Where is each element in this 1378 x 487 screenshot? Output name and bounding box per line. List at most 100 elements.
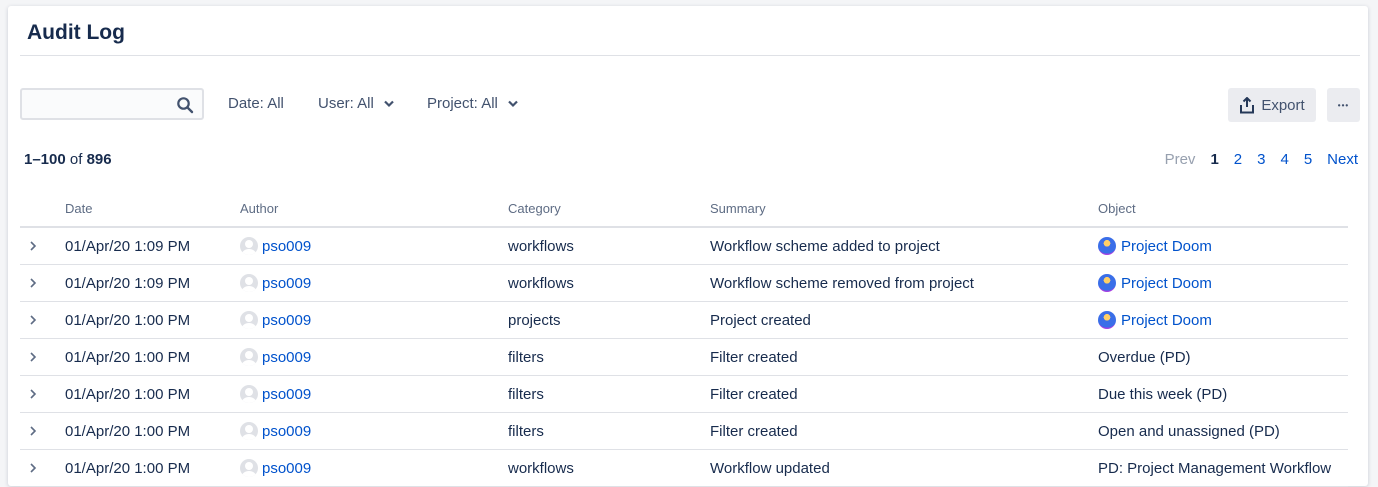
row-author-name[interactable]: pso009 <box>262 460 311 477</box>
chevron-right-icon[interactable] <box>28 313 38 327</box>
results-count: 1–100 of 896 <box>24 151 112 168</box>
chevron-right-icon[interactable] <box>28 239 38 253</box>
table-body: 01/Apr/20 1:09 PM pso009 workflows Workf… <box>20 228 1348 487</box>
results-of: of <box>69 151 83 168</box>
date-filter[interactable]: Date: All <box>228 95 284 112</box>
row-author[interactable]: pso009 <box>240 459 311 477</box>
pagination-current-page: 1 <box>1210 151 1219 168</box>
row-author[interactable]: pso009 <box>240 237 311 255</box>
avatar <box>240 422 258 440</box>
pagination-page-4[interactable]: 4 <box>1280 151 1288 168</box>
row-object-label: Overdue (PD) <box>1098 349 1191 366</box>
chevron-right-icon[interactable] <box>28 276 38 290</box>
row-date: 01/Apr/20 1:09 PM <box>65 238 191 255</box>
row-object[interactable]: Project Doom <box>1098 274 1212 292</box>
row-summary: Workflow updated <box>710 460 830 477</box>
pagination-page-5[interactable]: 5 <box>1304 151 1312 168</box>
table-row: 01/Apr/20 1:00 PM pso009 filters Filter … <box>20 413 1348 450</box>
chevron-right-icon[interactable] <box>28 350 38 364</box>
user-filter[interactable]: User: All <box>318 95 394 112</box>
export-icon <box>1240 96 1255 113</box>
title-bar: Audit Log <box>20 16 1360 56</box>
row-author[interactable]: pso009 <box>240 385 311 403</box>
chevron-right-icon[interactable] <box>28 387 38 401</box>
export-label: Export <box>1261 96 1305 114</box>
export-button[interactable]: Export <box>1228 88 1316 122</box>
table-row: 01/Apr/20 1:00 PM pso009 workflows Workf… <box>20 450 1348 487</box>
row-summary: Workflow scheme added to project <box>710 238 940 255</box>
search-box[interactable] <box>20 88 204 120</box>
project-avatar-icon <box>1098 311 1116 329</box>
date-filter-label: Date: All <box>228 95 284 112</box>
chevron-right-icon[interactable] <box>28 424 38 438</box>
row-author[interactable]: pso009 <box>240 348 311 366</box>
row-summary: Filter created <box>710 423 798 440</box>
row-object-label: Due this week (PD) <box>1098 386 1228 403</box>
row-author-name[interactable]: pso009 <box>262 312 311 329</box>
row-object[interactable]: Project Doom <box>1098 237 1212 255</box>
row-summary: Workflow scheme removed from project <box>710 275 974 292</box>
row-category: filters <box>508 386 544 403</box>
row-author-name[interactable]: pso009 <box>262 423 311 440</box>
row-object-label: Project Doom <box>1121 274 1212 292</box>
row-author-name[interactable]: pso009 <box>262 238 311 255</box>
row-date: 01/Apr/20 1:09 PM <box>65 275 191 292</box>
results-total: 896 <box>86 151 112 168</box>
column-header-object[interactable]: Object <box>1098 201 1136 216</box>
row-category: projects <box>508 312 561 329</box>
row-author[interactable]: pso009 <box>240 311 311 329</box>
project-filter-label: Project: All <box>427 95 498 112</box>
pagination: Prev 1 2 3 4 5 Next <box>1150 151 1358 168</box>
search-icon[interactable] <box>176 96 194 114</box>
column-header-category[interactable]: Category <box>508 201 561 216</box>
table-row: 01/Apr/20 1:00 PM pso009 projects Projec… <box>20 302 1348 339</box>
table-header: Date Author Category Summary Object <box>20 190 1348 228</box>
project-filter[interactable]: Project: All <box>427 95 518 112</box>
row-date: 01/Apr/20 1:00 PM <box>65 386 191 403</box>
pagination-next[interactable]: Next <box>1327 151 1358 168</box>
pagination-prev: Prev <box>1164 151 1196 168</box>
project-avatar-icon <box>1098 237 1116 255</box>
pagination-page-2[interactable]: 2 <box>1234 151 1242 168</box>
row-author-name[interactable]: pso009 <box>262 349 311 366</box>
search-input[interactable] <box>22 90 172 118</box>
project-avatar-icon <box>1098 274 1116 292</box>
row-object[interactable]: Project Doom <box>1098 311 1212 329</box>
row-author-name[interactable]: pso009 <box>262 386 311 403</box>
chevron-down-icon <box>508 100 518 108</box>
avatar <box>240 274 258 292</box>
table-row: 01/Apr/20 1:00 PM pso009 filters Filter … <box>20 376 1348 413</box>
row-author[interactable]: pso009 <box>240 422 311 440</box>
user-filter-label: User: All <box>318 95 374 112</box>
row-category: workflows <box>508 275 574 292</box>
chevron-right-icon[interactable] <box>28 461 38 475</box>
results-range: 1–100 <box>24 151 66 168</box>
row-date: 01/Apr/20 1:00 PM <box>65 460 191 477</box>
row-category: filters <box>508 423 544 440</box>
row-object-label: Project Doom <box>1121 237 1212 255</box>
row-date: 01/Apr/20 1:00 PM <box>65 349 191 366</box>
row-date: 01/Apr/20 1:00 PM <box>65 312 191 329</box>
row-category: workflows <box>508 460 574 477</box>
row-author[interactable]: pso009 <box>240 274 311 292</box>
page-title: Audit Log <box>27 21 125 44</box>
row-summary: Filter created <box>710 349 798 366</box>
pagination-page-3[interactable]: 3 <box>1257 151 1265 168</box>
column-header-summary[interactable]: Summary <box>710 201 766 216</box>
row-object-label: Project Doom <box>1121 311 1212 329</box>
avatar <box>240 385 258 403</box>
avatar <box>240 348 258 366</box>
column-header-date[interactable]: Date <box>65 201 92 216</box>
table-row: 01/Apr/20 1:09 PM pso009 workflows Workf… <box>20 265 1348 302</box>
table-row: 01/Apr/20 1:00 PM pso009 filters Filter … <box>20 339 1348 376</box>
audit-log-table: Date Author Category Summary Object 01/A… <box>20 190 1348 487</box>
row-summary: Project created <box>710 312 811 329</box>
more-actions-button[interactable]: ••• <box>1327 88 1360 122</box>
row-author-name[interactable]: pso009 <box>262 275 311 292</box>
column-header-author[interactable]: Author <box>240 201 278 216</box>
row-date: 01/Apr/20 1:00 PM <box>65 423 191 440</box>
toolbar: Date: All User: All Project: All Export … <box>20 88 1360 122</box>
row-summary: Filter created <box>710 386 798 403</box>
row-category: filters <box>508 349 544 366</box>
row-object: Overdue (PD) <box>1098 349 1191 366</box>
